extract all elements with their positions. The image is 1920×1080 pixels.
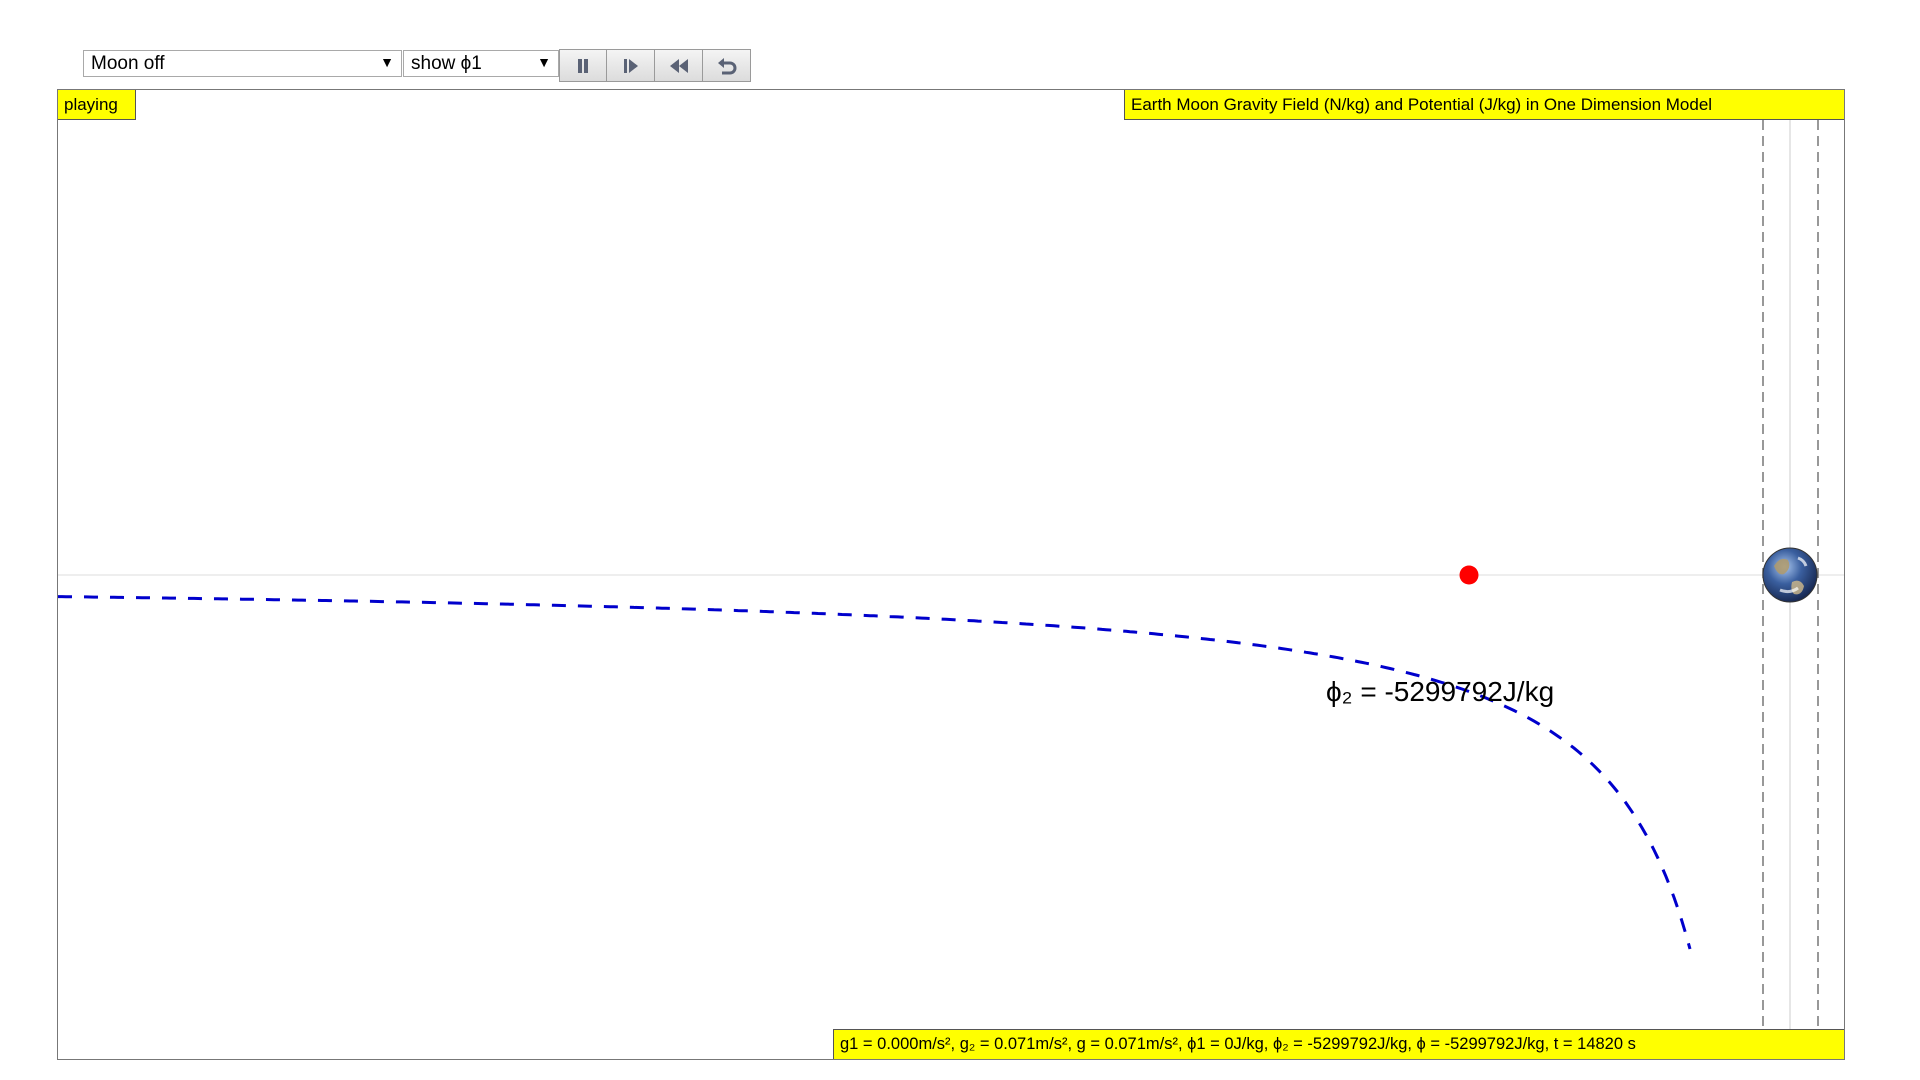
phi-display-select[interactable]: show ϕ1 ▼ — [403, 50, 559, 77]
reset-icon — [717, 57, 736, 74]
phi-select-value: show ϕ1 — [411, 52, 482, 74]
simulation-drawing: ϕ₂ = -5299792J/kg — [58, 120, 1844, 1030]
toolbar: Moon off ▼ show ϕ1 ▼ — [83, 49, 751, 82]
earth-icon — [1762, 547, 1818, 603]
simulation-canvas[interactable]: ϕ₂ = -5299792J/kg playing Earth Moon Gra… — [57, 89, 1845, 1060]
step-forward-button[interactable] — [607, 49, 655, 82]
dropdown-arrow-icon: ▼ — [537, 54, 551, 70]
play-status-badge: playing — [58, 90, 136, 120]
rewind-icon — [669, 58, 688, 73]
pause-icon — [578, 58, 588, 73]
potential-label: ϕ₂ = -5299792J/kg — [1326, 676, 1554, 707]
potential-curve — [58, 595, 1692, 950]
step-forward-icon — [623, 58, 638, 73]
probe-dot[interactable] — [1459, 565, 1479, 585]
reset-button[interactable] — [703, 49, 751, 82]
pause-button[interactable] — [559, 49, 607, 82]
dropdown-arrow-icon: ▼ — [380, 54, 394, 70]
value-readout: g1 = 0.000m/s², g₂ = 0.071m/s², g = 0.07… — [833, 1029, 1844, 1059]
plot-title: Earth Moon Gravity Field (N/kg) and Pote… — [1124, 90, 1844, 120]
mode-select-value: Moon off — [91, 52, 165, 74]
mode-select[interactable]: Moon off ▼ — [83, 50, 402, 77]
rewind-button[interactable] — [655, 49, 703, 82]
